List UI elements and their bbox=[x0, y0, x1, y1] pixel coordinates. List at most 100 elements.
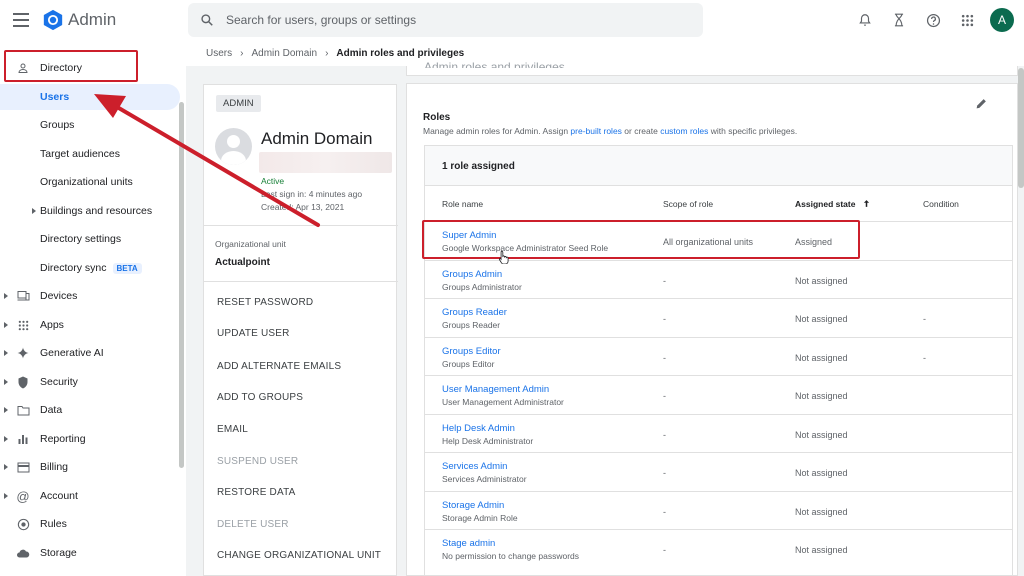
sidebar: Directory Users Groups Target audiences … bbox=[0, 44, 186, 576]
role-condition: - bbox=[923, 314, 926, 324]
sidebar-item-security[interactable]: Security bbox=[0, 369, 180, 395]
add-alternate-emails-button[interactable]: ADD ALTERNATE EMAILS bbox=[217, 361, 341, 372]
pencil-icon[interactable] bbox=[975, 97, 988, 110]
role-name-link[interactable]: Groups Editor bbox=[442, 346, 501, 357]
col-role-name[interactable]: Role name bbox=[442, 199, 483, 209]
account-avatar[interactable]: A bbox=[990, 8, 1014, 32]
sidebar-item-rules[interactable]: Rules bbox=[0, 511, 180, 537]
role-scope: - bbox=[663, 507, 666, 517]
restore-data-button[interactable]: RESTORE DATA bbox=[217, 487, 296, 498]
role-desc: Storage Admin Role bbox=[442, 513, 518, 523]
assigned-count-header: 1 role assigned bbox=[425, 146, 1012, 186]
panel-title: Admin roles and privileges bbox=[424, 60, 565, 68]
table-row[interactable]: Stage admin No permission to change passw… bbox=[425, 529, 1012, 568]
sidebar-item-users[interactable]: Users bbox=[0, 84, 180, 110]
divider bbox=[204, 225, 398, 226]
col-assigned-state[interactable]: Assigned state bbox=[795, 199, 871, 209]
user-avatar bbox=[215, 128, 252, 165]
delete-user-button[interactable]: DELETE USER bbox=[217, 519, 289, 530]
sidebar-item-label: Users bbox=[40, 91, 70, 103]
update-user-button[interactable]: UPDATE USER bbox=[217, 328, 290, 339]
role-scope: - bbox=[663, 468, 666, 478]
beta-badge: BETA bbox=[112, 263, 142, 274]
sidebar-item-organizational-units[interactable]: Organizational units bbox=[0, 169, 180, 195]
caret-right-icon bbox=[4, 493, 8, 499]
sidebar-item-apps[interactable]: Apps bbox=[0, 312, 180, 338]
arrow-up-icon[interactable] bbox=[862, 199, 871, 208]
sidebar-item-buildings[interactable]: Buildings and resources bbox=[0, 198, 180, 224]
role-name-link[interactable]: Groups Admin bbox=[442, 269, 502, 280]
table-row[interactable]: Help Desk Admin Help Desk Administrator - N… bbox=[425, 414, 1012, 453]
sidebar-item-directory-settings[interactable]: Directory settings bbox=[0, 226, 180, 252]
col-condition[interactable]: Condition bbox=[923, 199, 959, 209]
admin-logo-icon[interactable] bbox=[42, 9, 64, 31]
menu-icon[interactable] bbox=[12, 11, 30, 29]
sidebar-scrollbar[interactable] bbox=[179, 102, 184, 468]
col-scope[interactable]: Scope of role bbox=[663, 199, 713, 209]
sidebar-item-generative-ai[interactable]: Generative AI bbox=[0, 340, 180, 366]
sidebar-item-account[interactable]: @ Account bbox=[0, 483, 180, 509]
user-card: ADMIN Admin Domain Active Last sign in: … bbox=[203, 84, 398, 576]
top-bar: Admin Search for users, groups or settin… bbox=[0, 0, 1024, 40]
custom-roles-link[interactable]: custom roles bbox=[660, 126, 708, 136]
cloud-icon bbox=[16, 546, 30, 560]
add-to-groups-button[interactable]: ADD TO GROUPS bbox=[217, 392, 303, 403]
caret-right-icon bbox=[4, 436, 8, 442]
search-icon bbox=[201, 14, 213, 26]
breadcrumb-users[interactable]: Users bbox=[206, 48, 232, 59]
created-text: Created: Apr 13, 2021 bbox=[261, 202, 345, 212]
reset-password-button[interactable]: RESET PASSWORD bbox=[217, 297, 313, 308]
sidebar-item-label: Data bbox=[40, 404, 63, 416]
hourglass-icon[interactable] bbox=[882, 0, 916, 40]
roles-description: Manage admin roles for Admin. Assign pre… bbox=[423, 126, 797, 136]
role-name-link[interactable]: User Management Admin bbox=[442, 384, 549, 395]
sidebar-item-label: Organizational units bbox=[40, 176, 133, 188]
email-button[interactable]: EMAIL bbox=[217, 424, 248, 435]
at-sign-icon: @ bbox=[16, 488, 30, 504]
rules-icon bbox=[16, 517, 30, 531]
desc-text: with specific privileges. bbox=[708, 126, 798, 136]
role-name-link[interactable]: Services Admin bbox=[442, 461, 507, 472]
ou-label: Organizational unit bbox=[215, 239, 286, 249]
table-row[interactable]: Storage Admin Storage Admin Role - Not assi… bbox=[425, 491, 1012, 530]
role-name-link[interactable]: Storage Admin bbox=[442, 500, 504, 511]
search-input[interactable]: Search for users, groups or settings bbox=[188, 3, 703, 37]
table-row[interactable]: Services Admin Services Administrator - Not… bbox=[425, 452, 1012, 491]
sidebar-item-reporting[interactable]: Reporting bbox=[0, 426, 180, 452]
sidebar-item-groups[interactable]: Groups bbox=[0, 112, 180, 138]
sidebar-item-target-audiences[interactable]: Target audiences bbox=[0, 141, 180, 167]
role-name-link[interactable]: Groups Reader bbox=[442, 307, 507, 318]
caret-right-icon bbox=[4, 293, 8, 299]
suspend-user-button[interactable]: SUSPEND USER bbox=[217, 456, 298, 467]
help-icon[interactable] bbox=[916, 0, 950, 40]
sidebar-item-label: Security bbox=[40, 376, 78, 388]
role-name-link[interactable]: Help Desk Admin bbox=[442, 423, 515, 434]
role-name-link[interactable]: Stage admin bbox=[442, 538, 495, 549]
highlight-box-directory bbox=[4, 50, 138, 82]
directory-sync-text: Directory sync bbox=[40, 262, 107, 274]
sidebar-item-devices[interactable]: Devices bbox=[0, 283, 180, 309]
brand-title[interactable]: Admin bbox=[68, 10, 116, 30]
table-row[interactable]: Groups Editor Groups Editor - Not assigned - bbox=[425, 337, 1012, 376]
sidebar-item-data[interactable]: Data bbox=[0, 397, 180, 423]
table-row[interactable]: Groups Reader Groups Reader - Not assigned - bbox=[425, 298, 1012, 337]
bell-icon[interactable] bbox=[848, 0, 882, 40]
breadcrumb-admin-domain[interactable]: Admin Domain bbox=[251, 48, 317, 59]
sidebar-item-label: Account bbox=[40, 490, 78, 502]
apps-grid-icon[interactable] bbox=[950, 0, 984, 40]
table-row[interactable]: User Management Admin User Management Adm… bbox=[425, 375, 1012, 414]
main-scrollbar[interactable] bbox=[1018, 66, 1024, 576]
sidebar-item-label: Rules bbox=[40, 518, 67, 530]
chevron-right-icon: › bbox=[325, 48, 329, 59]
change-ou-button[interactable]: CHANGE ORGANIZATIONAL UNIT bbox=[217, 550, 381, 561]
caret-right-icon bbox=[4, 350, 8, 356]
shield-icon bbox=[16, 375, 30, 389]
pre-built-roles-link[interactable]: pre-built roles bbox=[570, 126, 622, 136]
table-row[interactable]: Groups Admin Groups Administrator - Not ass… bbox=[425, 260, 1012, 299]
sidebar-item-storage[interactable]: Storage bbox=[0, 540, 180, 566]
role-state: Not assigned bbox=[795, 507, 848, 517]
credit-card-icon bbox=[16, 460, 30, 474]
breadcrumb-current: Admin roles and privileges bbox=[336, 48, 465, 59]
sidebar-item-billing[interactable]: Billing bbox=[0, 454, 180, 480]
sidebar-item-directory-sync[interactable]: Directory sync BETA bbox=[0, 255, 180, 281]
